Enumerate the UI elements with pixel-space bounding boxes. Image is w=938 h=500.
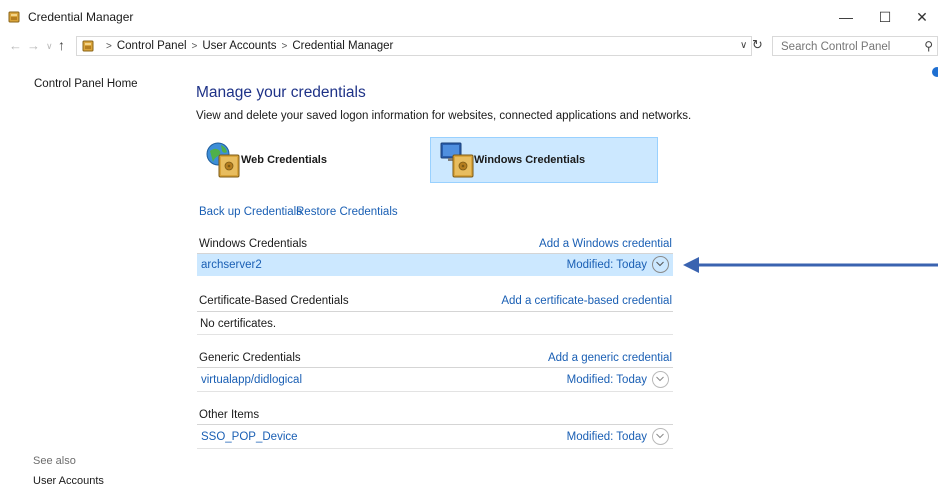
breadcrumb-user-accounts[interactable]: User Accounts (202, 40, 276, 52)
web-credentials-tile[interactable]: Web Credentials (197, 137, 427, 183)
control-panel-icon (82, 40, 94, 52)
close-button[interactable]: ✕ (904, 4, 938, 30)
row-divider (197, 391, 673, 392)
up-arrow-icon[interactable]: ↑ (58, 37, 65, 53)
restore-credentials-link[interactable]: Restore Credentials (296, 206, 398, 218)
forward-arrow-icon[interactable]: → (27, 38, 40, 53)
credential-manager-icon (8, 11, 20, 23)
expand-chevron-icon[interactable] (652, 428, 669, 445)
backup-credentials-link[interactable]: Back up Credentials (199, 206, 302, 218)
section-divider (197, 367, 673, 368)
add-certificate-credential-link[interactable]: Add a certificate-based credential (501, 295, 672, 307)
no-certificates-text: No certificates. (200, 318, 277, 330)
page-title: Manage your credentials (196, 84, 366, 101)
search-box[interactable]: ⚲ (772, 36, 938, 56)
title-bar: Credential Manager — ☐ ✕ (0, 0, 938, 32)
section-divider (197, 424, 673, 425)
address-dropdown-chevron-icon[interactable]: ∨ (740, 40, 747, 51)
section-divider (197, 311, 673, 312)
windows-credentials-label: Windows Credentials (474, 154, 586, 166)
expand-chevron-icon[interactable] (652, 371, 669, 388)
see-also-header: See also (33, 455, 76, 467)
row-divider (197, 334, 673, 335)
generic-credentials-section-title: Generic Credentials (199, 352, 301, 364)
refresh-icon[interactable]: ↻ (752, 37, 763, 53)
credential-name: SSO_POP_Device (201, 431, 298, 443)
search-input[interactable] (779, 38, 913, 56)
window-title: Credential Manager (28, 10, 134, 24)
maximize-button[interactable]: ☐ (867, 4, 903, 30)
breadcrumb-separator-icon: > (281, 41, 288, 52)
notification-dot (932, 67, 938, 77)
credential-modified: Modified: Today (566, 431, 647, 443)
credential-name: archserver2 (201, 259, 262, 271)
page-subtitle: View and delete your saved logon informa… (196, 110, 692, 122)
credential-row-archserver2[interactable]: archserver2 Modified: Today (197, 254, 673, 276)
credential-modified: Modified: Today (566, 374, 647, 386)
breadcrumb-control-panel[interactable]: Control Panel (117, 40, 187, 52)
certificate-credentials-section-title: Certificate-Based Credentials (199, 295, 349, 307)
credential-manager-window: Credential Manager — ☐ ✕ ← → ∨ ↑ > Contro… (0, 0, 938, 500)
web-credentials-label: Web Credentials (241, 154, 327, 166)
control-panel-home-link[interactable]: Control Panel Home (34, 78, 138, 90)
globe-vault-icon (206, 142, 240, 178)
address-bar[interactable]: > Control Panel > User Accounts > Credential … (76, 36, 752, 56)
windows-credentials-tile[interactable]: Windows Credentials (430, 137, 658, 183)
expand-chevron-icon[interactable] (652, 256, 669, 273)
user-accounts-link[interactable]: User Accounts (33, 475, 104, 487)
breadcrumb-credential-manager[interactable]: Credential Manager (292, 40, 393, 52)
breadcrumb-separator-icon: > (191, 41, 198, 52)
credential-modified: Modified: Today (566, 259, 647, 271)
add-generic-credential-link[interactable]: Add a generic credential (548, 352, 672, 364)
add-windows-credential-link[interactable]: Add a Windows credential (539, 238, 672, 250)
back-arrow-icon[interactable]: ← (9, 38, 22, 53)
credential-name: virtualapp/didlogical (201, 374, 303, 386)
credential-row-sso-pop-device[interactable]: SSO_POP_Device Modified: Today (197, 426, 673, 448)
credential-row-virtualapp[interactable]: virtualapp/didlogical Modified: Today (197, 369, 673, 391)
breadcrumb: > Control Panel > User Accounts > Credential … (101, 40, 393, 52)
minimize-button[interactable]: — (828, 4, 864, 30)
other-items-section-title: Other Items (199, 409, 260, 421)
breadcrumb-separator-icon: > (106, 41, 112, 52)
row-divider (197, 448, 673, 449)
windows-credentials-section-title: Windows Credentials (199, 238, 308, 250)
recent-locations-chevron-icon[interactable]: ∨ (46, 41, 53, 52)
search-icon[interactable]: ⚲ (924, 39, 933, 53)
annotation-arrow-icon (683, 257, 938, 273)
computer-vault-icon (440, 142, 474, 178)
